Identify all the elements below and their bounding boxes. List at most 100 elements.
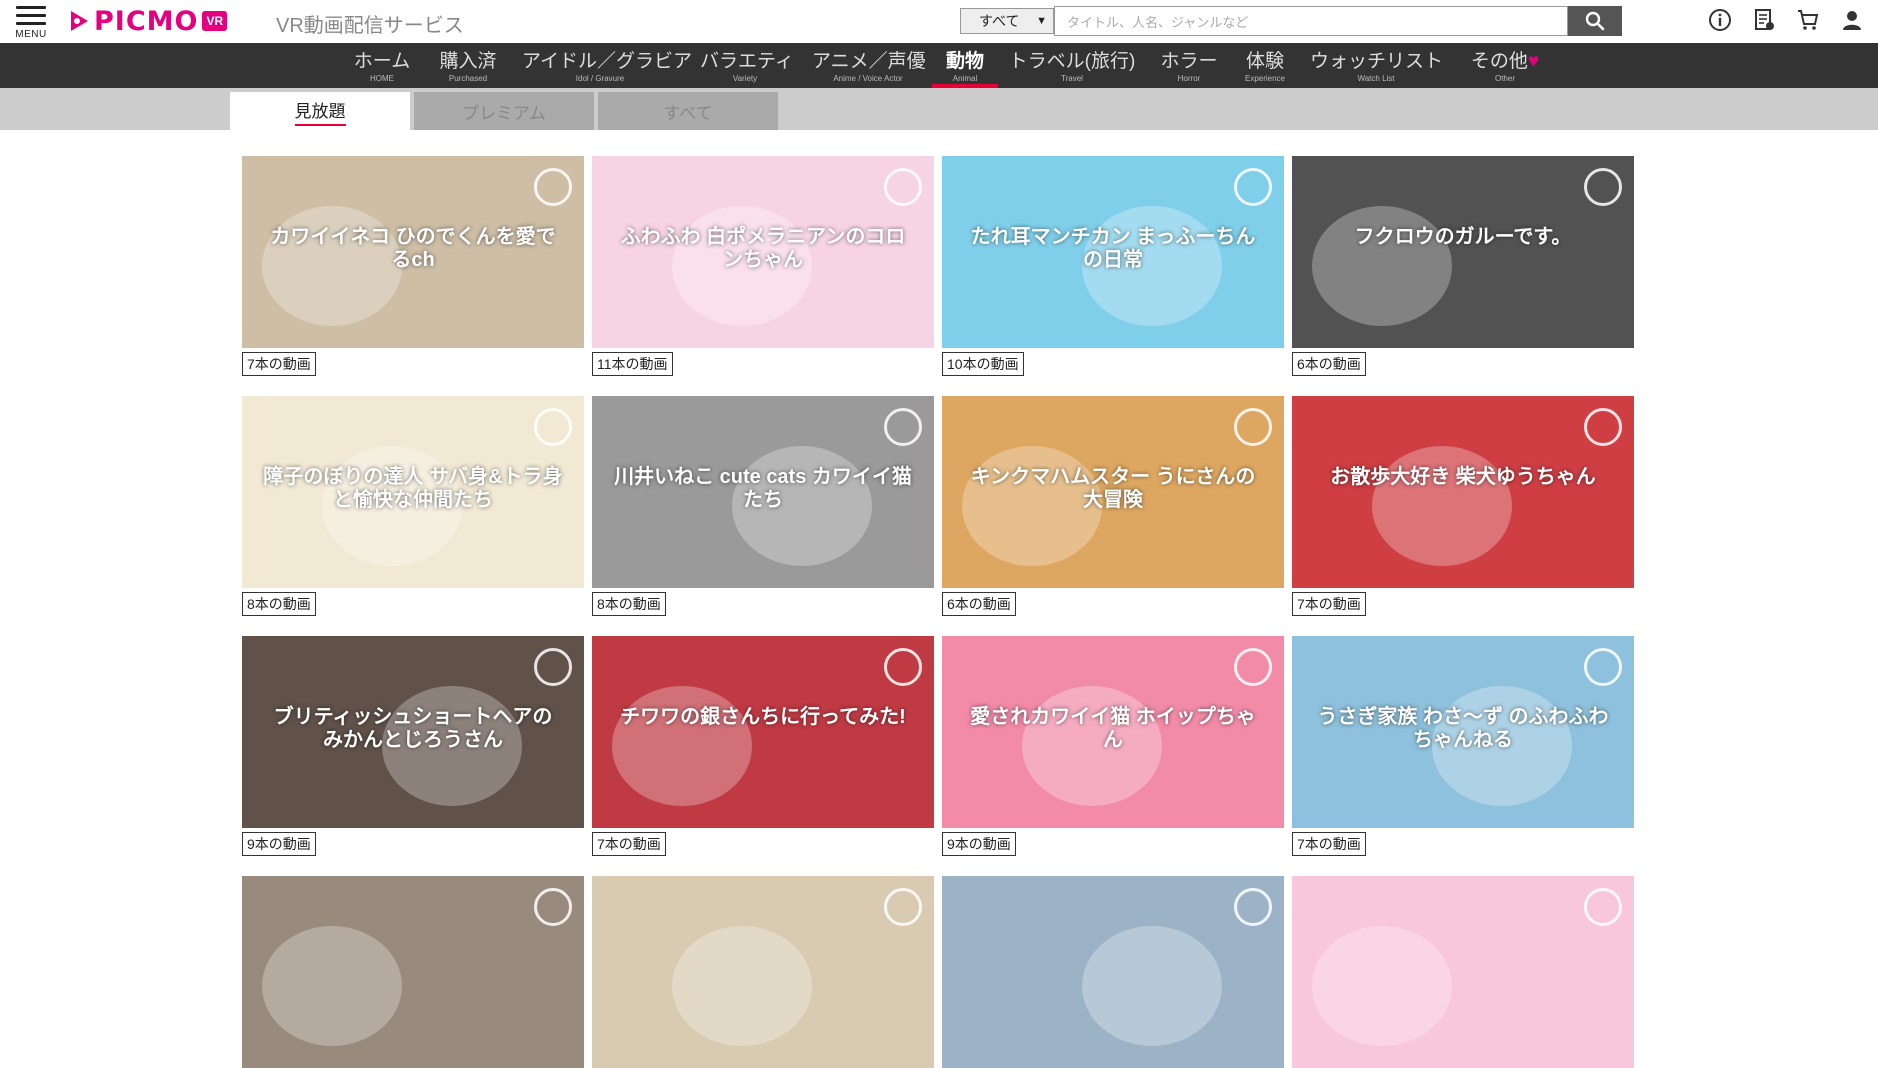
category-nav: ホーム HOME 購入済 Purchased アイドル／グラビア Idol / … [0, 43, 1878, 88]
nav-item-variety[interactable]: バラエティ Variety [700, 43, 794, 88]
video-count-badge: 7本の動画 [242, 352, 316, 376]
channel-thumbnail[interactable]: カワイイネコ ひのでくんを愛でるch [242, 156, 584, 348]
nav-item-label: アニメ／声優 [812, 51, 926, 72]
tab-unlimited[interactable]: 見放題 [230, 92, 410, 130]
channel-thumbnail[interactable]: チワワの銀さんちに行ってみた! [592, 636, 934, 828]
nav-item-label: ウォッチリスト [1310, 51, 1444, 72]
channel-thumbnail[interactable] [942, 876, 1284, 1068]
nav-item-label: ホーム [353, 51, 411, 72]
channel-title: たれ耳マンチカン まっふーちんの日常 [970, 226, 1256, 271]
nav-item-label: 体験 [1245, 51, 1284, 72]
channel-ch-icon [1234, 408, 1272, 446]
channel-ch-icon [534, 408, 572, 446]
logo-vr-badge: VR [202, 11, 228, 31]
nav-item-sublabel: Purchased [448, 74, 488, 83]
menu-button[interactable]: MENU [14, 4, 50, 40]
thumbnail-art [1292, 156, 1634, 348]
video-count-badge: 8本の動画 [592, 592, 666, 616]
channel-thumbnail[interactable]: うさぎ家族 わさ～ず のふわふわちゃんねる [1292, 636, 1634, 828]
channel-title: 障子のぼりの達人 サバ身&トラ身と愉快な仲間たち [263, 466, 563, 511]
video-count-badge: 7本の動画 [1292, 832, 1366, 856]
channel-title: 愛されカワイイ猫 ホイップちゃん [970, 706, 1256, 751]
nav-item-sublabel: Idol / Gravure [575, 74, 625, 83]
nav-item-experience[interactable]: 体験 Experience [1242, 43, 1288, 88]
search-button[interactable] [1568, 6, 1622, 36]
video-count-badge: 8本の動画 [242, 592, 316, 616]
nav-item-sublabel: Variety [732, 74, 758, 83]
thumbnail-art [1292, 396, 1634, 588]
history-button[interactable] [1750, 6, 1778, 34]
tab-premium[interactable]: プレミアム [414, 92, 594, 130]
channel-ch-icon [884, 888, 922, 926]
cart-button[interactable] [1794, 6, 1822, 34]
channel-thumbnail[interactable]: 愛されカワイイ猫 ホイップちゃん [942, 636, 1284, 828]
channel-thumbnail[interactable]: ブリティッシュショートヘアの みかんとじろうさん [242, 636, 584, 828]
channel-thumbnail[interactable]: フクロウのガルーです。 [1292, 156, 1634, 348]
nav-item-label: ホラー [1160, 51, 1218, 72]
channel-ch-icon [884, 168, 922, 206]
channel-thumbnail[interactable]: ふわふわ 白ポメラニアンのコロンちゃん [592, 156, 934, 348]
nav-item-animal[interactable]: 動物 Animal [932, 43, 998, 88]
nav-item-sublabel: Other [1494, 74, 1515, 83]
nav-item-horror[interactable]: ホラー Horror [1158, 43, 1220, 88]
user-icon [1843, 11, 1861, 30]
info-button[interactable] [1706, 6, 1734, 34]
channel-title: うさぎ家族 わさ～ず のふわふわちゃんねる [1317, 706, 1609, 751]
hamburger-icon [16, 6, 46, 26]
nav-item-purchased[interactable]: 購入済 Purchased [436, 43, 500, 88]
channel-ch-icon [1234, 648, 1272, 686]
channel-thumbnail[interactable]: キンクマハムスター うにさんの大冒険 [942, 396, 1284, 588]
nav-item-sublabel: Anime / Voice Actor [833, 74, 903, 83]
search-scope-select[interactable]: すべて ▼ [960, 8, 1054, 34]
nav-item-sublabel: HOME [370, 74, 394, 83]
top-bar: MENU PICMO VR VR動画配信サービス すべて ▼ タイトル、人名、ジ… [0, 0, 1878, 43]
search-scope-value: すべて [979, 13, 1020, 29]
nav-item-sublabel: Animal [952, 74, 978, 83]
channel-ch-icon [1584, 648, 1622, 686]
channel-ch-icon [1584, 888, 1622, 926]
nav-item-home[interactable]: ホーム HOME [350, 43, 414, 88]
channel-thumbnail[interactable]: お散歩大好き 柴犬ゆうちゃん [1292, 396, 1634, 588]
nav-item-sublabel: Travel [1061, 74, 1083, 83]
user-button[interactable] [1838, 6, 1866, 34]
channel-thumbnail[interactable]: たれ耳マンチカン まっふーちんの日常 [942, 156, 1284, 348]
nav-item-travel[interactable]: トラベル(旅行) Travel [1006, 43, 1138, 88]
search-icon [1585, 11, 1605, 31]
video-count-badge: 11本の動画 [592, 352, 673, 376]
logo-text: PICMO [94, 5, 199, 37]
nav-item-idol-gravure[interactable]: アイドル／グラビア Idol / Gravure [522, 43, 693, 88]
nav-item-label: アイドル／グラビア [522, 51, 693, 72]
picmo-logo[interactable]: PICMO VR [68, 5, 228, 37]
video-count-badge: 9本の動画 [942, 832, 1016, 856]
channel-thumbnail[interactable] [592, 876, 934, 1068]
search-placeholder: タイトル、人名、ジャンルなど [1067, 14, 1249, 30]
nav-item-label: 動物 [945, 51, 984, 72]
nav-item-anime-voice[interactable]: アニメ／声優 Anime / Voice Actor [812, 43, 926, 88]
channel-ch-icon [534, 888, 572, 926]
tab-bar: 見放題 プレミアム すべて [0, 88, 1878, 130]
nav-item-watchlist[interactable]: ウォッチリスト Watch List [1310, 43, 1444, 88]
channel-ch-icon [534, 648, 572, 686]
service-name: VR動画配信サービス [276, 15, 464, 37]
video-count-badge: 7本の動画 [1292, 592, 1366, 616]
cart-icon [1798, 10, 1819, 30]
thumbnail-art [942, 876, 1284, 1068]
tab-label: 見放題 [294, 97, 346, 126]
channel-title: ふわふわ 白ポメラニアンのコロンちゃん [620, 226, 906, 271]
tab-label: すべて [663, 103, 713, 123]
search-input[interactable]: タイトル、人名、ジャンルなど [1054, 6, 1568, 36]
tab-all[interactable]: すべて [598, 92, 778, 130]
channel-thumbnail[interactable] [242, 876, 584, 1068]
channel-thumbnail[interactable]: 障子のぼりの達人 サバ身&トラ身と愉快な仲間たち [242, 396, 584, 588]
channel-title: ブリティッシュショートヘアの みかんとじろうさん [273, 706, 553, 751]
channel-thumbnail[interactable] [1292, 876, 1634, 1068]
channel-ch-icon [884, 648, 922, 686]
nav-item-sublabel: Watch List [1357, 74, 1395, 83]
channel-ch-icon [534, 168, 572, 206]
nav-item-other[interactable]: その他♥ Other [1464, 43, 1546, 88]
channel-thumbnail[interactable]: 川井いねこ cute cats カワイイ猫たち [592, 396, 934, 588]
video-count-badge: 6本の動画 [942, 592, 1016, 616]
channel-title: キンクマハムスター うにさんの大冒険 [970, 466, 1256, 511]
video-count-badge: 9本の動画 [242, 832, 316, 856]
thumbnail-art [592, 636, 934, 828]
